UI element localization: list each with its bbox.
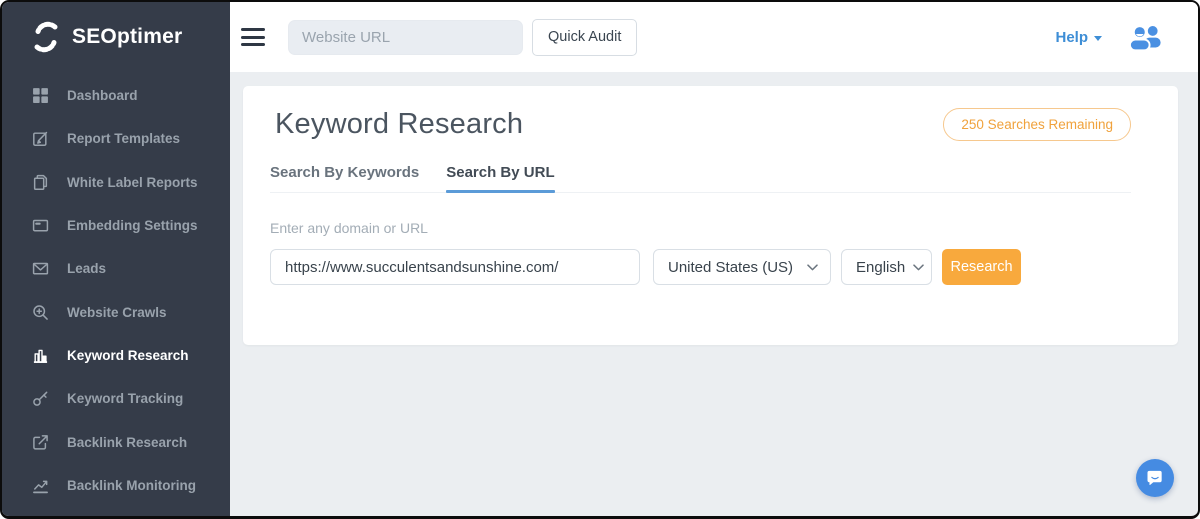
embedding-settings-icon [32, 217, 49, 234]
website-crawls-icon [32, 304, 49, 321]
sidebar-item-label: White Label Reports [67, 175, 198, 190]
sidebar-item-report-templates[interactable]: Report Templates [2, 117, 230, 160]
white-label-reports-icon [32, 174, 49, 191]
dashboard-icon [32, 87, 49, 104]
sidebar-item-label: Report Templates [67, 131, 180, 146]
backlink-monitoring-icon [32, 477, 49, 494]
country-select-value: United States (US) [668, 259, 793, 276]
sidebar-item-label: Embedding Settings [67, 218, 198, 233]
help-label: Help [1055, 29, 1088, 46]
help-menu[interactable]: Help [1055, 29, 1102, 46]
page-title: Keyword Research [270, 108, 523, 141]
seoptimer-logo-icon [29, 20, 63, 54]
sidebar: SEOptimer Dashboard Report Templates Whi [2, 2, 230, 516]
logo[interactable]: SEOptimer [2, 2, 230, 72]
country-select[interactable]: United States (US) [653, 249, 831, 285]
research-button[interactable]: Research [942, 249, 1021, 285]
chat-widget-button[interactable] [1136, 459, 1174, 497]
sidebar-item-label: Keyword Research [67, 348, 189, 363]
keyword-research-card: Keyword Research 250 Searches Remaining … [243, 86, 1178, 345]
search-form-row: United States (US) English Research [270, 249, 1131, 285]
app-window: SEOptimer Dashboard Report Templates Whi [0, 0, 1200, 519]
language-select-value: English [856, 259, 905, 276]
chevron-down-icon [807, 264, 818, 271]
logo-text: SEOptimer [72, 25, 182, 49]
report-templates-icon [32, 130, 49, 147]
sidebar-item-dashboard[interactable]: Dashboard [2, 74, 230, 117]
website-url-input[interactable] [288, 20, 523, 55]
domain-url-label: Enter any domain or URL [270, 220, 1131, 236]
sidebar-item-keyword-tracking[interactable]: Keyword Tracking [2, 377, 230, 420]
tab-search-by-url[interactable]: Search By URL [446, 164, 554, 192]
sidebar-menu: Dashboard Report Templates White Label R… [2, 72, 230, 507]
tab-bar: Search By Keywords Search By URL [270, 164, 1131, 193]
quick-audit-button[interactable]: Quick Audit [532, 19, 637, 56]
tab-search-by-keywords[interactable]: Search By Keywords [270, 164, 419, 192]
sidebar-item-label: Leads [67, 261, 106, 276]
domain-url-input[interactable] [270, 249, 640, 285]
account-users-button[interactable] [1128, 23, 1164, 51]
sidebar-item-backlink-research[interactable]: Backlink Research [2, 420, 230, 463]
backlink-research-icon [32, 434, 49, 451]
content-area: Keyword Research 250 Searches Remaining … [230, 72, 1198, 516]
chevron-down-icon [913, 264, 924, 271]
searches-remaining-badge: 250 Searches Remaining [943, 108, 1131, 141]
language-select[interactable]: English [841, 249, 932, 285]
menu-toggle-button[interactable] [241, 28, 265, 46]
sidebar-item-label: Website Crawls [67, 305, 167, 320]
sidebar-item-embedding-settings[interactable]: Embedding Settings [2, 204, 230, 247]
card-header: Keyword Research 250 Searches Remaining [270, 108, 1131, 141]
keyword-tracking-icon [32, 390, 49, 407]
main-area: Quick Audit Help Keyword Research [230, 2, 1198, 516]
chat-bubble-icon [1145, 468, 1165, 488]
sidebar-item-label: Keyword Tracking [67, 391, 183, 406]
sidebar-item-label: Backlink Monitoring [67, 478, 196, 493]
sidebar-item-leads[interactable]: Leads [2, 247, 230, 290]
users-icon [1128, 23, 1164, 52]
sidebar-item-keyword-research[interactable]: Keyword Research [2, 334, 230, 377]
topbar: Quick Audit Help [230, 2, 1198, 72]
chevron-down-icon [1094, 36, 1102, 41]
sidebar-item-white-label-reports[interactable]: White Label Reports [2, 161, 230, 204]
leads-envelope-icon [32, 260, 49, 277]
sidebar-item-label: Backlink Research [67, 435, 187, 450]
sidebar-item-website-crawls[interactable]: Website Crawls [2, 290, 230, 333]
sidebar-item-backlink-monitoring[interactable]: Backlink Monitoring [2, 464, 230, 507]
keyword-research-icon [32, 347, 49, 364]
sidebar-item-label: Dashboard [67, 88, 138, 103]
